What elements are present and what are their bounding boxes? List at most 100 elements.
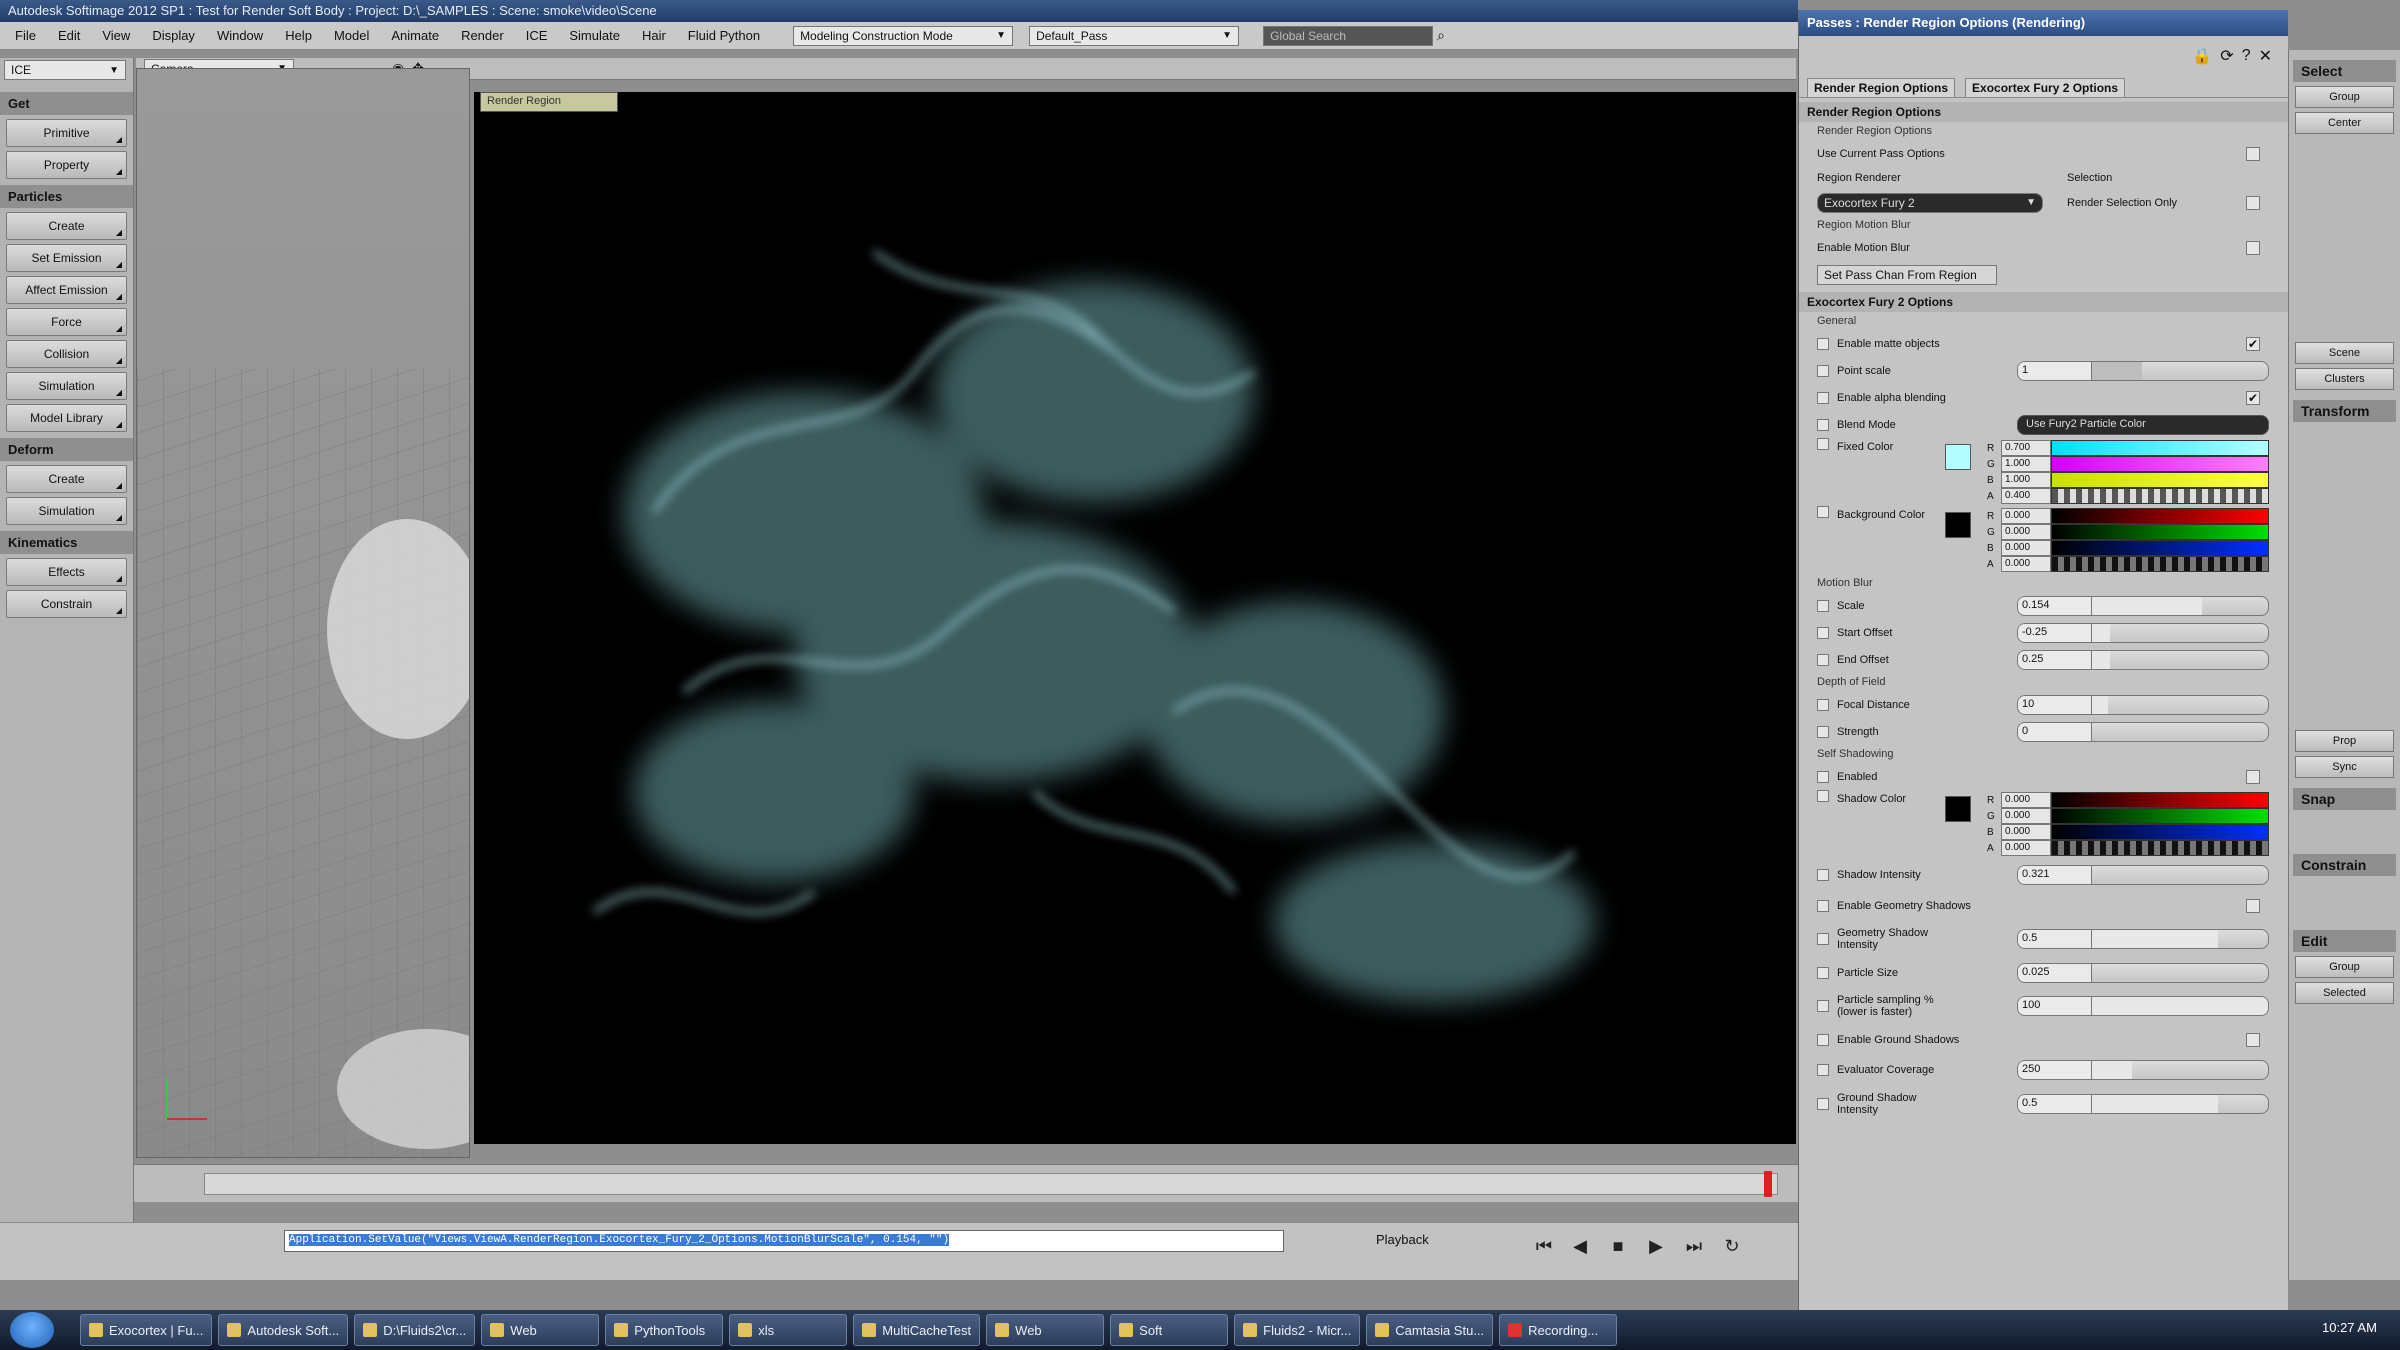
geo-shadows-anim-checkbox[interactable] [1817, 899, 1829, 912]
mb-start-slider[interactable]: -0.25 [2017, 622, 2269, 643]
fixed-color-swatch[interactable] [1945, 444, 1971, 470]
effects-button[interactable]: Effects ◢ [6, 558, 127, 586]
focal-anim-checkbox[interactable] [1817, 698, 1829, 711]
particles-simulation-button[interactable]: Simulation ◢ [6, 372, 127, 400]
lock-icon[interactable]: 🔒 [2192, 46, 2212, 66]
menu-hair[interactable]: Hair [633, 26, 675, 45]
geo-shadows-checkbox[interactable] [2246, 898, 2260, 913]
deform-create-button[interactable]: Create ◢ [6, 465, 127, 493]
constrain-button[interactable]: Constrain ◢ [6, 590, 127, 618]
menu-fluid-python[interactable]: Fluid Python [679, 26, 769, 45]
deform-simulation-button[interactable]: Simulation ◢ [6, 497, 127, 525]
evaluator-slider[interactable]: 250 [2017, 1060, 2269, 1080]
scene-button[interactable]: Scene [2295, 342, 2394, 364]
loop-icon[interactable]: ↻ [1718, 1236, 1746, 1260]
snap-header[interactable]: Snap [2293, 788, 2396, 810]
menu-edit[interactable]: Edit [49, 26, 89, 45]
bg-red-slider[interactable] [2051, 508, 2269, 524]
task-item[interactable]: xls [729, 1314, 848, 1346]
section-render-region[interactable]: Render Region Options [1799, 102, 2288, 122]
bg-green-slider[interactable] [2051, 524, 2269, 540]
prop-button[interactable]: Prop [2295, 730, 2394, 752]
fixed-alpha-slider[interactable] [2051, 488, 2269, 504]
task-item[interactable]: Autodesk Soft... [218, 1314, 349, 1346]
strength-anim-checkbox[interactable] [1817, 725, 1829, 738]
task-item[interactable]: D:\Fluids2\cr... [354, 1314, 476, 1346]
task-item[interactable]: PythonTools [605, 1314, 724, 1346]
clusters-button[interactable]: Clusters [2295, 368, 2394, 390]
mb-end-anim-checkbox[interactable] [1817, 653, 1829, 666]
alpha-blending-checkbox[interactable]: ✔ [2246, 390, 2260, 405]
help-icon[interactable]: ? [2242, 47, 2251, 65]
menu-simulate[interactable]: Simulate [560, 26, 629, 45]
mb-start-anim-checkbox[interactable] [1817, 626, 1829, 639]
global-search-input[interactable]: Global Search [1263, 25, 1434, 46]
shadow-alpha-slider[interactable] [2051, 840, 2269, 856]
matte-anim-checkbox[interactable] [1817, 337, 1829, 350]
shadow-enabled-checkbox[interactable] [2246, 769, 2260, 784]
background-color-swatch[interactable] [1945, 512, 1971, 538]
shadow-green-slider[interactable] [2051, 808, 2269, 824]
shadow-enabled-anim-checkbox[interactable] [1817, 770, 1829, 783]
shadow-color-anim-checkbox[interactable] [1817, 790, 1829, 802]
set-pass-button[interactable]: Set Pass Chan From Region [1817, 264, 1997, 285]
render-region-tab[interactable]: Render Region [480, 92, 618, 112]
last-frame-icon[interactable]: ⏭ [1680, 1236, 1708, 1260]
ground-shadows-checkbox[interactable] [2246, 1032, 2260, 1047]
toolbar-mode-select[interactable]: ICE ▼ [4, 60, 126, 80]
mb-scale-slider[interactable]: 0.154 [2017, 595, 2269, 616]
shadow-intensity-slider[interactable]: 0.321 [2017, 865, 2269, 885]
collision-button[interactable]: Collision ◢ [6, 340, 127, 368]
select-header[interactable]: Select [2293, 60, 2396, 82]
particles-create-button[interactable]: Create ◢ [6, 212, 127, 240]
alpha-anim-checkbox[interactable] [1817, 391, 1829, 404]
particle-size-anim-checkbox[interactable] [1817, 966, 1829, 979]
force-button[interactable]: Force ◢ [6, 308, 127, 336]
fixed-blue-slider[interactable] [2051, 472, 2269, 488]
render-selection-only-checkbox[interactable] [2246, 195, 2260, 210]
mb-scale-anim-checkbox[interactable] [1817, 599, 1829, 612]
model-library-button[interactable]: Model Library ◢ [6, 404, 127, 432]
play-icon[interactable]: ▶ [1642, 1236, 1670, 1260]
first-frame-icon[interactable]: ⏮ [1530, 1236, 1558, 1260]
timeline[interactable] [134, 1164, 1798, 1202]
close-icon[interactable]: ✕ [2259, 46, 2272, 66]
task-item[interactable]: MultiCacheTest [853, 1314, 981, 1346]
geo-intensity-slider[interactable]: 0.5 [2017, 929, 2269, 949]
task-item[interactable]: Fluids2 - Micr... [1234, 1314, 1361, 1346]
menu-model[interactable]: Model [325, 26, 378, 45]
timeline-slider[interactable] [204, 1173, 1778, 1195]
task-item[interactable]: Web [986, 1314, 1105, 1346]
perspective-viewport[interactable] [136, 68, 470, 1158]
ground-anim-checkbox[interactable] [1817, 1033, 1829, 1046]
playhead-marker[interactable] [1764, 1171, 1772, 1197]
particle-size-slider[interactable]: 0.025 [2017, 962, 2269, 983]
construction-mode-select[interactable]: Modeling Construction Mode ▼ [793, 25, 1014, 46]
menu-animate[interactable]: Animate [382, 26, 448, 45]
point-scale-anim-checkbox[interactable] [1817, 364, 1829, 377]
use-current-pass-checkbox[interactable] [2246, 146, 2260, 161]
playback-label[interactable]: Playback [1376, 1232, 1429, 1247]
fixed-green-slider[interactable] [2051, 456, 2269, 472]
shadow-intensity-anim-checkbox[interactable] [1817, 869, 1829, 881]
fixed-red-slider[interactable] [2051, 440, 2269, 456]
set-emission-button[interactable]: Set Emission ◢ [6, 244, 127, 272]
constrain-header[interactable]: Constrain [2293, 854, 2396, 876]
sync-button[interactable]: Sync [2295, 756, 2394, 778]
tab-render-region-options[interactable]: Render Region Options [1807, 78, 1956, 97]
edit-header[interactable]: Edit [2293, 930, 2396, 952]
blend-mode-select[interactable]: Use Fury2 Particle Color [2017, 414, 2269, 435]
affect-emission-button[interactable]: Affect Emission ◢ [6, 276, 127, 304]
group-button[interactable]: Group [2295, 86, 2394, 108]
ground-intensity-slider[interactable]: 0.5 [2017, 1094, 2269, 1114]
edit-group-button[interactable]: Group [2295, 956, 2394, 978]
mb-end-slider[interactable]: 0.25 [2017, 649, 2269, 670]
bg-color-anim-checkbox[interactable] [1817, 506, 1829, 518]
selected-button[interactable]: Selected [2295, 982, 2394, 1004]
geo-intensity-anim-checkbox[interactable] [1817, 933, 1829, 945]
blend-anim-checkbox[interactable] [1817, 418, 1829, 431]
start-button[interactable] [10, 1312, 54, 1348]
script-command-line[interactable]: Application.SetValue("Views.ViewA.Render… [284, 1230, 1284, 1252]
fixed-color-anim-checkbox[interactable] [1817, 438, 1829, 450]
focal-distance-slider[interactable]: 10 [2017, 694, 2269, 715]
